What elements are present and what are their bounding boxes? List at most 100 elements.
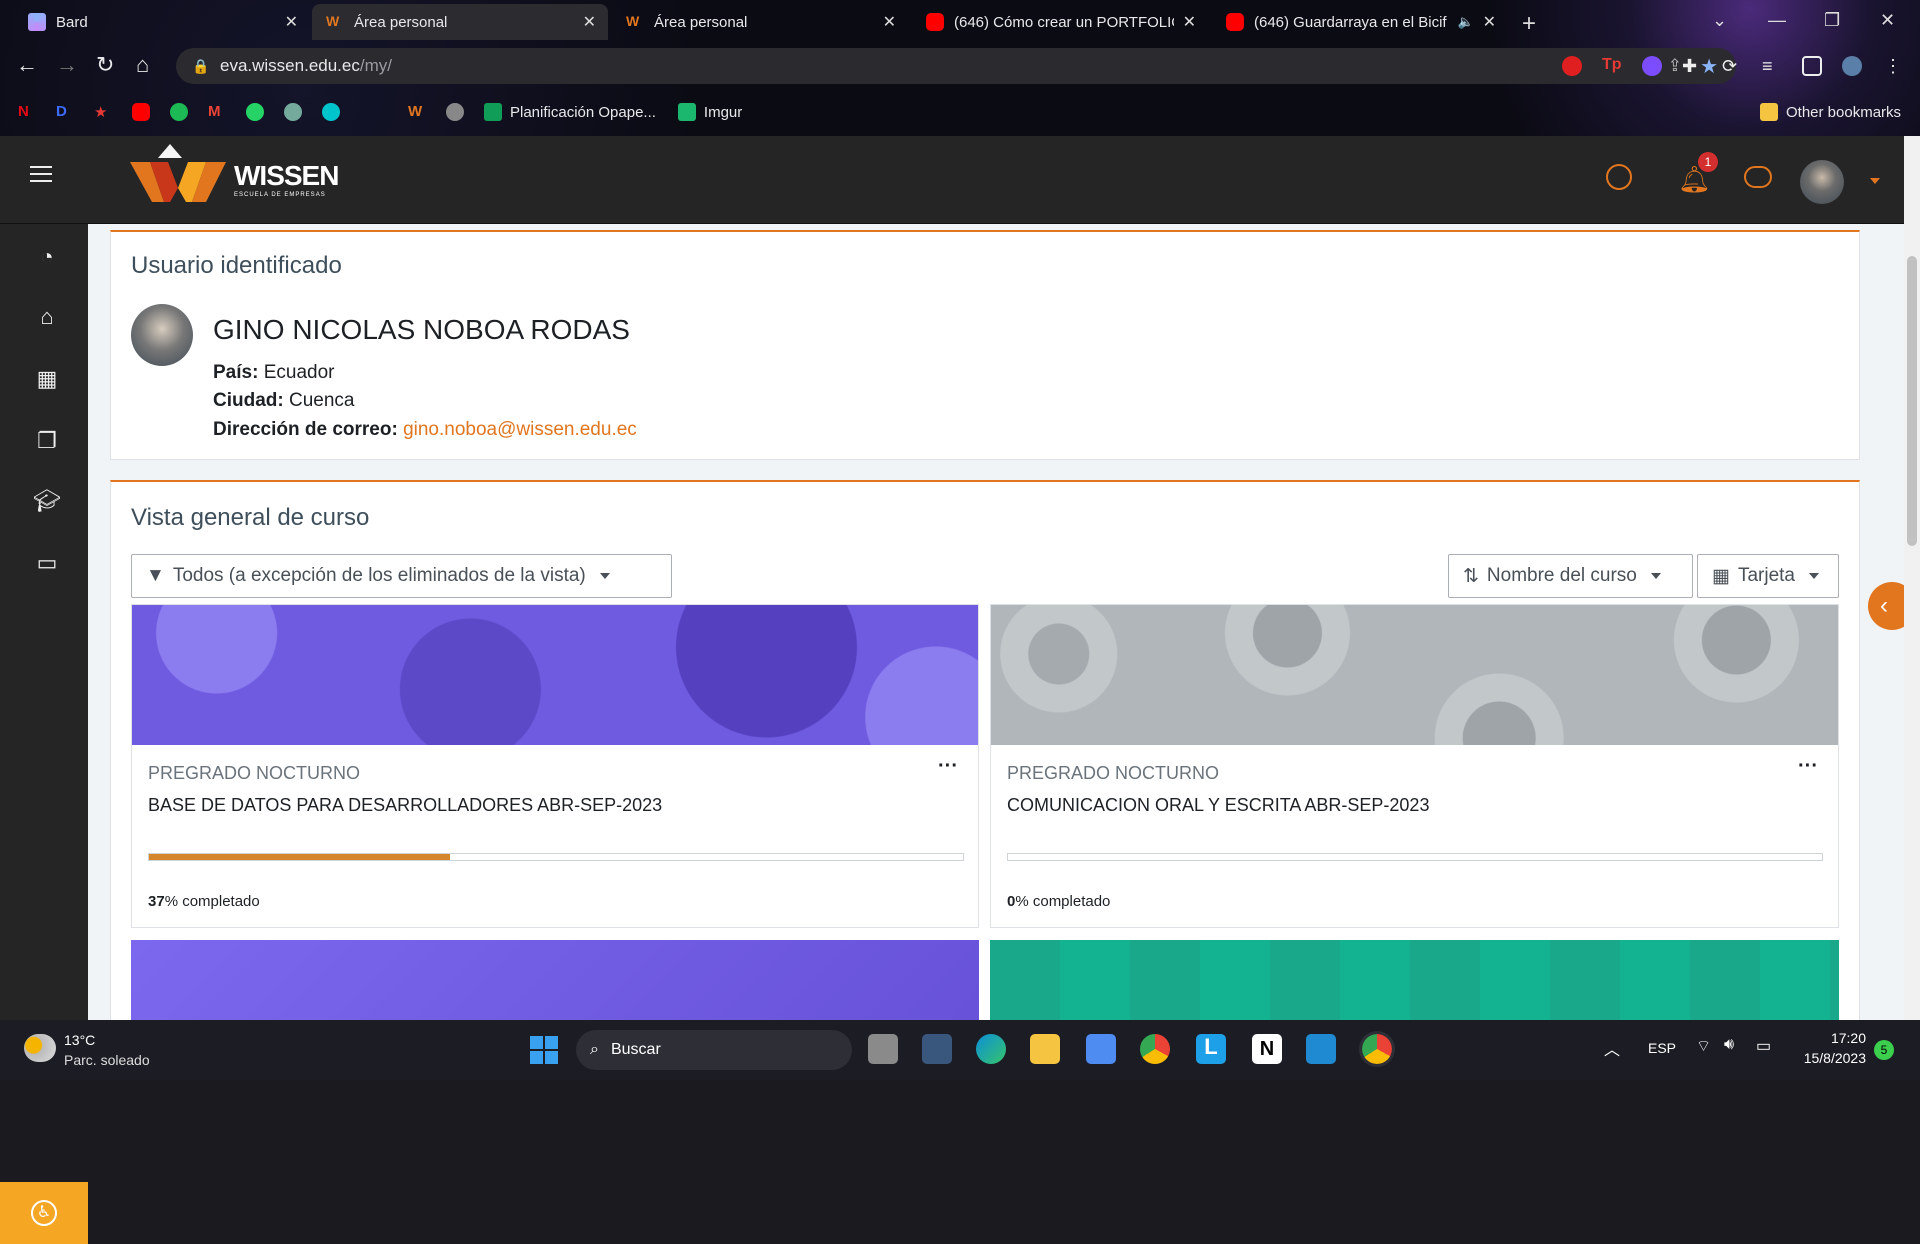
file-explorer-icon[interactable] — [1030, 1034, 1060, 1064]
spotify-icon[interactable] — [170, 103, 188, 121]
chrome-profile-icon[interactable] — [1359, 1031, 1395, 1067]
other-bookmarks[interactable]: Other bookmarks — [1760, 98, 1901, 126]
ms-store-icon[interactable] — [1086, 1034, 1116, 1064]
globe-icon[interactable] — [446, 103, 464, 121]
close-icon[interactable]: ✕ — [1483, 12, 1496, 32]
accessibility-button[interactable]: ♿︎ — [0, 1182, 88, 1244]
bookmark-planificacion[interactable]: Planificación Opape... — [510, 104, 656, 121]
puzzle-icon[interactable]: ✚ — [1682, 56, 1702, 76]
page-scrollbar[interactable] — [1904, 136, 1920, 1020]
messages-icon[interactable] — [1744, 166, 1772, 188]
folder-icon[interactable]: ▭ — [32, 550, 62, 580]
tab-area-personal[interactable]: W Área personal ✕ — [612, 4, 908, 40]
youtube-icon[interactable] — [132, 103, 150, 121]
volume-icon[interactable]: 🔊︎ — [1724, 1036, 1734, 1054]
close-window-button[interactable]: ✕ — [1880, 10, 1895, 31]
site-logo[interactable]: WISSEN ESCUELA DE EMPRESAS — [130, 144, 339, 214]
chevron-up-icon[interactable]: ︿ — [1604, 1036, 1620, 1060]
tp-extension-icon[interactable]: Tp — [1602, 56, 1622, 76]
speaker-icon[interactable]: 🔈 — [1458, 14, 1474, 30]
tab-search-chevron-icon[interactable]: ⌄ — [1712, 10, 1727, 31]
close-icon[interactable]: ✕ — [1183, 12, 1196, 32]
close-icon[interactable]: ✕ — [583, 12, 596, 32]
back-icon[interactable]: ← — [16, 52, 38, 78]
mysql-workbench-icon[interactable] — [922, 1034, 952, 1064]
graduation-cap-icon[interactable]: 🎓︎ — [32, 488, 62, 518]
tab-bard[interactable]: Bard ✕ — [14, 4, 310, 40]
language-globe-icon[interactable] — [1606, 164, 1632, 190]
dashboard-gauge-icon[interactable]: ◔ — [32, 244, 62, 274]
star-bookmark-icon[interactable]: ★ — [94, 103, 112, 121]
notification-center-badge[interactable]: 5 — [1874, 1040, 1894, 1060]
forward-icon[interactable]: → — [56, 52, 78, 78]
media-icon[interactable]: ≡ — [1762, 56, 1782, 76]
sync-icon[interactable]: ⟳ — [1722, 56, 1742, 76]
sort-dropdown[interactable]: ⇅ Nombre del curso — [1448, 554, 1693, 598]
clock-date[interactable]: 15/8/2023 — [1786, 1050, 1866, 1066]
close-icon[interactable]: ✕ — [285, 12, 298, 32]
wissen-icon[interactable]: W — [408, 103, 426, 121]
course-card[interactable]: PREGRADO NOCTURNO ··· COMUNICACION ORAL … — [990, 604, 1839, 928]
sidepanel-icon[interactable] — [1802, 56, 1822, 76]
course-card[interactable]: PREGRADO NOCTURNO ··· BASE DE DATOS PARA… — [131, 604, 979, 928]
clock-time[interactable]: 17:20 — [1812, 1030, 1866, 1046]
reload-icon[interactable]: ↻ — [96, 52, 114, 78]
address-bar[interactable]: 🔒 eva.wissen.edu.ec/my/ ⇪ ★ — [176, 48, 1736, 84]
language-indicator[interactable]: ESP — [1648, 1040, 1676, 1056]
hamburger-menu-icon[interactable] — [30, 166, 52, 182]
files-icon[interactable]: ❐ — [32, 428, 62, 458]
star-icon[interactable]: ★ — [1700, 54, 1718, 79]
disney-icon[interactable]: D — [56, 103, 74, 121]
sheets-icon[interactable] — [484, 103, 502, 121]
chatgpt-icon[interactable] — [284, 103, 302, 121]
menu-dots-icon[interactable]: ⋮ — [1884, 56, 1904, 76]
calendar-icon[interactable]: ▦ — [32, 366, 62, 396]
course-actions-menu-icon[interactable]: ··· — [938, 755, 958, 778]
wifi-icon[interactable]: ⌔ — [1696, 1036, 1711, 1056]
edge-icon[interactable] — [976, 1034, 1006, 1064]
course-card-image-partial[interactable] — [131, 940, 979, 1020]
battery-icon[interactable]: ▭ — [1756, 1036, 1771, 1056]
scrollbar-thumb[interactable] — [1907, 256, 1917, 546]
course-image[interactable] — [991, 605, 1838, 745]
weather-text[interactable]: Parc. soleado — [64, 1052, 150, 1068]
weather-temp[interactable]: 13°C — [64, 1032, 95, 1048]
user-email-link[interactable]: gino.noboa@wissen.edu.ec — [403, 419, 637, 440]
home-icon[interactable]: ⌂ — [136, 52, 149, 78]
l-app-icon[interactable]: L — [1196, 1034, 1226, 1064]
open-block-drawer-chevron-icon[interactable]: ‹ — [1868, 582, 1904, 630]
course-name-link[interactable]: BASE DE DATOS PARA DESARROLLADORES ABR-S… — [148, 795, 662, 816]
user-profile-picture[interactable] — [131, 304, 193, 366]
task-view-icon[interactable] — [868, 1034, 898, 1064]
close-icon[interactable]: ✕ — [883, 12, 896, 32]
taskbar-search[interactable]: ⌕ Buscar — [576, 1030, 852, 1070]
share-icon[interactable]: ⇪ — [1668, 56, 1682, 76]
home-icon[interactable]: ⌂ — [32, 304, 62, 334]
notion-icon[interactable]: N — [1252, 1034, 1282, 1064]
filter-dropdown[interactable]: ▼ Todos (a excepción de los eliminados d… — [131, 554, 672, 598]
course-image[interactable] — [132, 605, 978, 745]
bookmark-imgur[interactable]: Imgur — [704, 104, 742, 121]
course-card-image-partial[interactable] — [990, 940, 1839, 1020]
minimize-button[interactable]: — — [1768, 10, 1786, 31]
profile-avatar[interactable] — [1842, 56, 1862, 76]
tab-youtube-portfolio[interactable]: (646) Cómo crear un PORTFOLIO ✕ — [912, 4, 1208, 40]
weather-icon[interactable] — [24, 1034, 56, 1062]
whatsapp-icon[interactable] — [246, 103, 264, 121]
chrome-icon[interactable] — [1140, 1034, 1170, 1064]
course-name-link[interactable]: COMUNICACION ORAL Y ESCRITA ABR-SEP-2023 — [1007, 795, 1429, 816]
user-avatar[interactable] — [1800, 160, 1844, 204]
extension-icon[interactable] — [1642, 56, 1662, 76]
windows-start-icon[interactable] — [530, 1036, 558, 1064]
netflix-icon[interactable]: N — [18, 103, 36, 121]
vscode-icon[interactable] — [1306, 1034, 1336, 1064]
tab-youtube-guardarraya[interactable]: (646) Guardarraya en el Bicif 🔈 ✕ — [1212, 4, 1508, 40]
new-tab-button[interactable]: + — [1522, 10, 1536, 38]
maximize-button[interactable]: ❐ — [1824, 10, 1840, 31]
tab-area-personal-active[interactable]: W Área personal ✕ — [312, 4, 608, 40]
canva-icon[interactable] — [322, 103, 340, 121]
adblock-icon[interactable] — [1562, 56, 1582, 76]
gmail-icon[interactable]: M — [208, 103, 226, 121]
view-dropdown[interactable]: ▦ Tarjeta — [1697, 554, 1839, 598]
user-menu-chevron-icon[interactable] — [1870, 178, 1880, 184]
